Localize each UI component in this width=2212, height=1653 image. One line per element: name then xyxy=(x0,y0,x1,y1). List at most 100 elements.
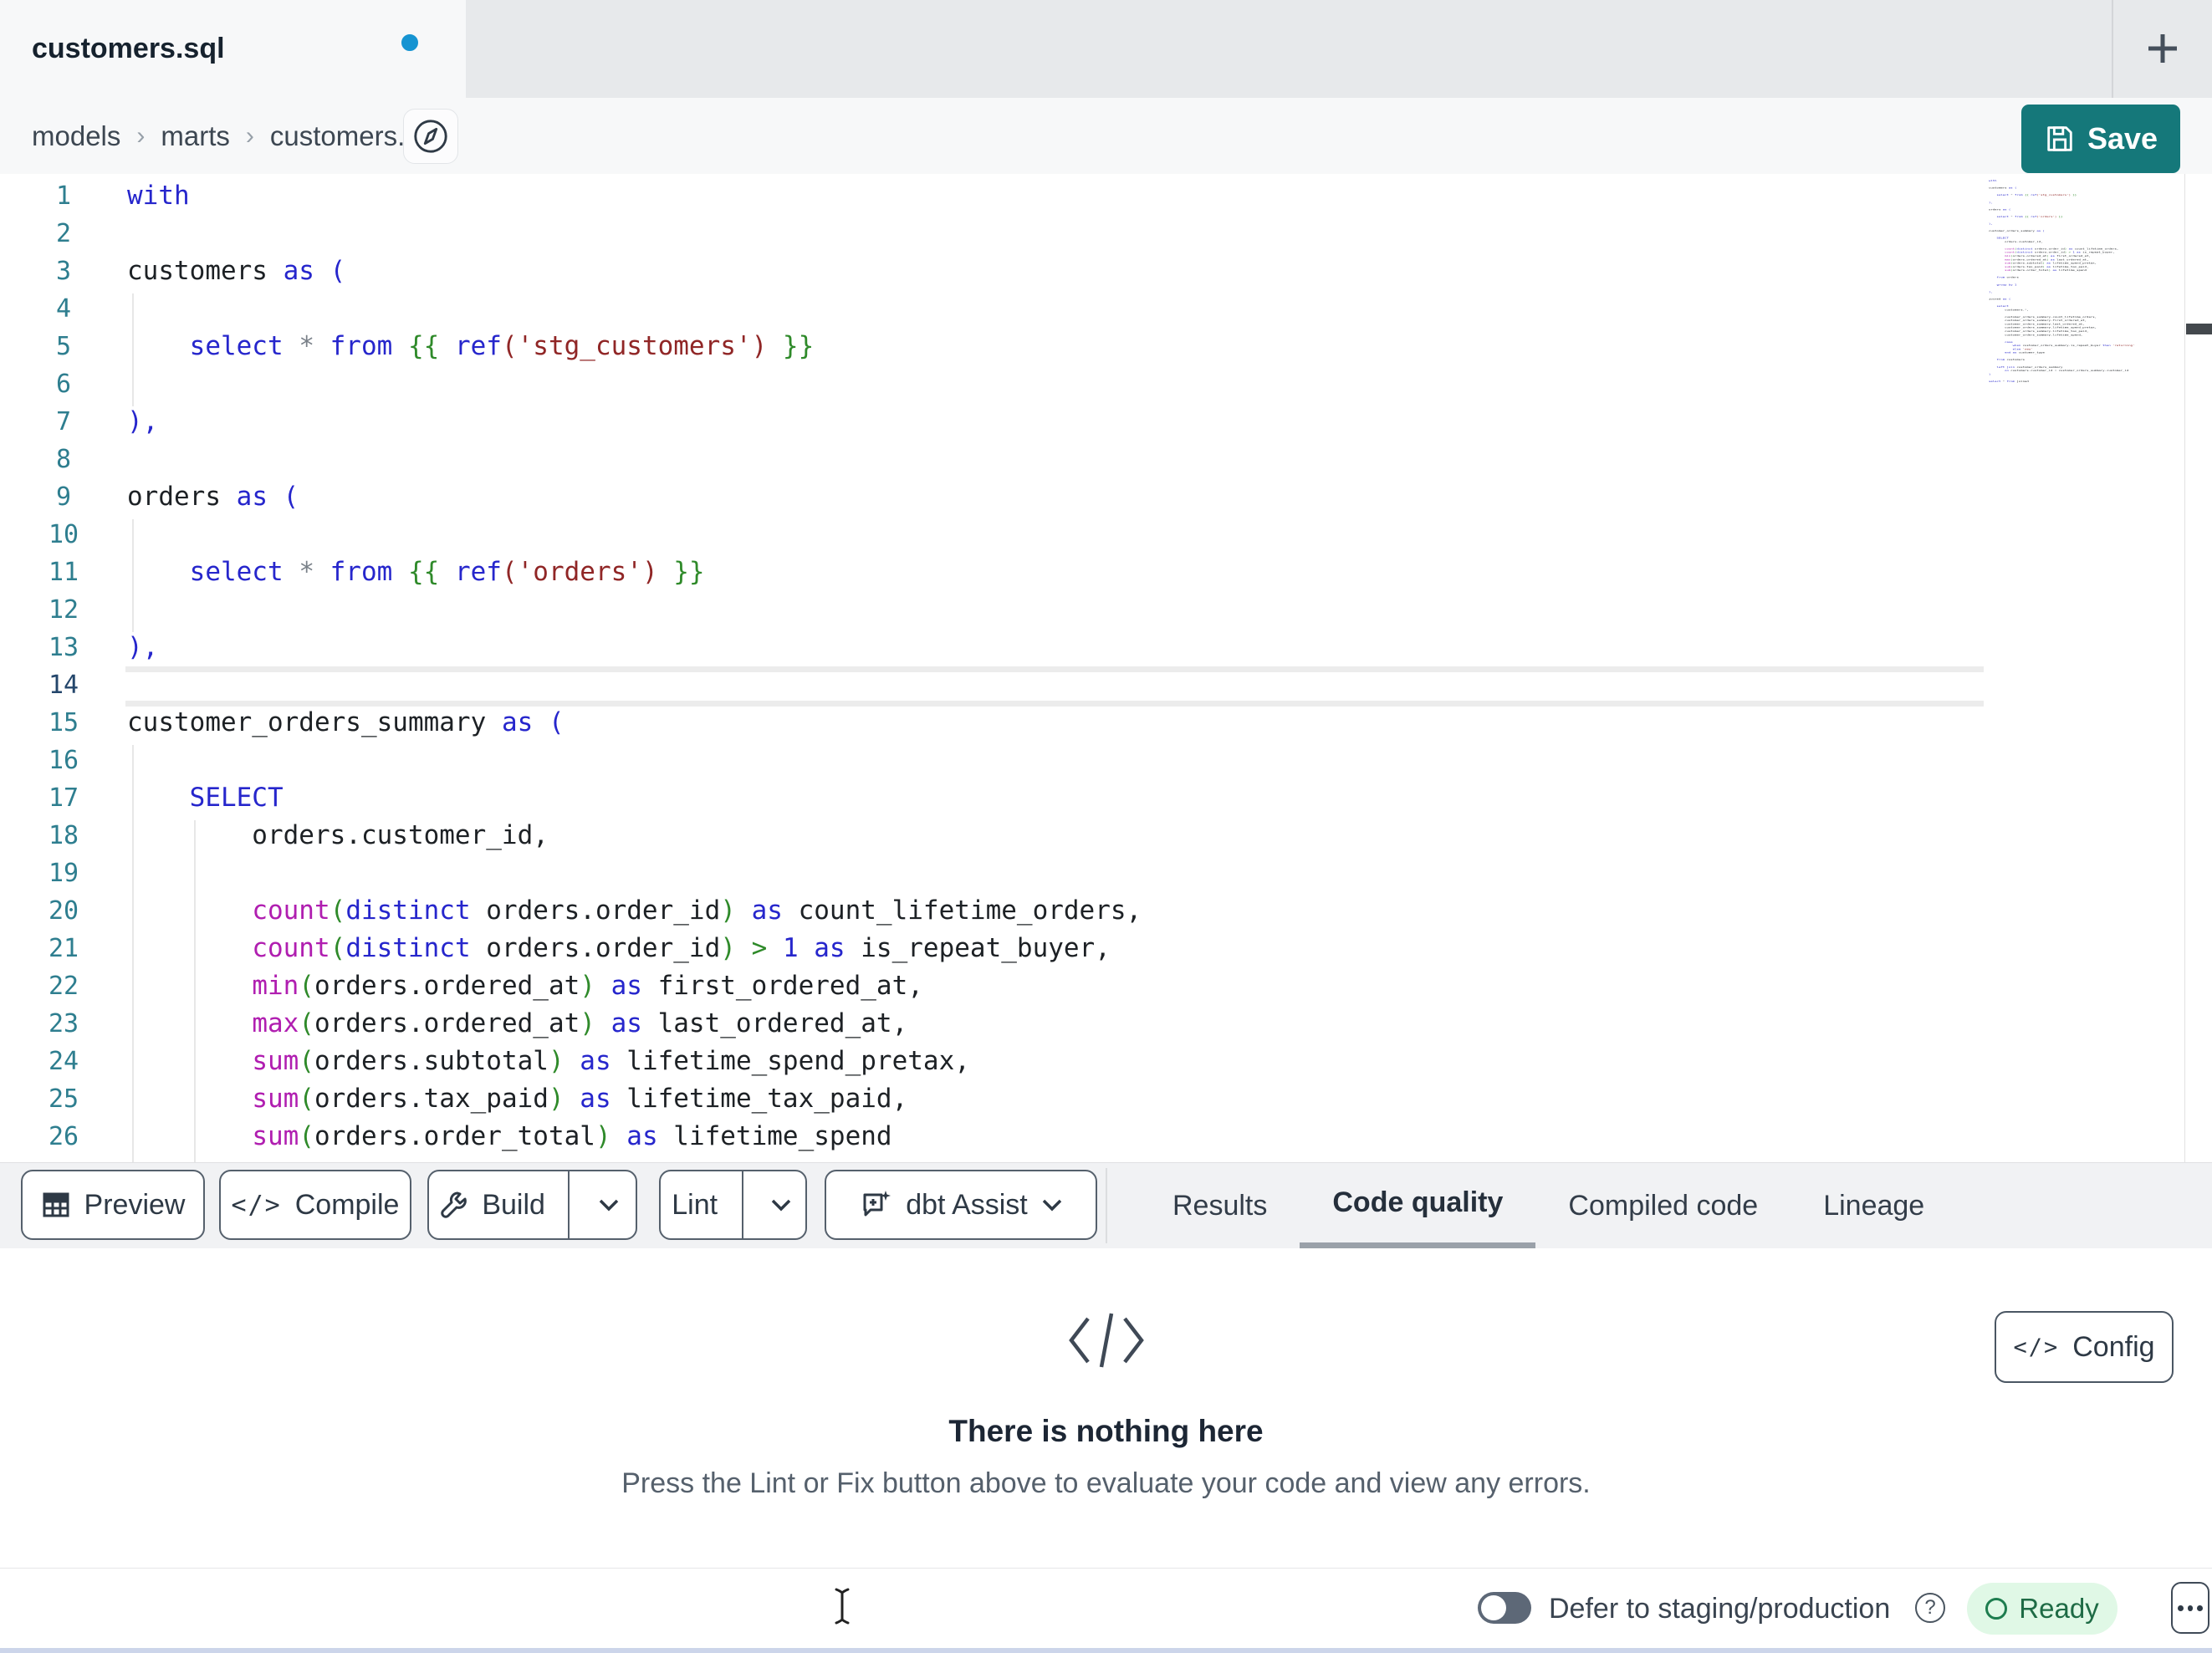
code-line[interactable]: 17 SELECT xyxy=(0,779,2212,817)
code-line[interactable]: 25 sum(orders.tax_paid) as lifetime_tax_… xyxy=(0,1080,2212,1118)
code-text: count(distinct orders.order_id) as count… xyxy=(252,895,1142,926)
code-line[interactable]: 18 orders.customer_id, xyxy=(0,817,2212,855)
preview-button[interactable]: Preview xyxy=(21,1170,205,1240)
line-number: 10 xyxy=(48,520,79,549)
save-button[interactable]: Save xyxy=(2021,105,2180,173)
save-floppy-icon xyxy=(2047,126,2072,151)
line-number: 13 xyxy=(48,633,79,662)
compile-button[interactable]: </> Compile xyxy=(219,1170,411,1240)
chevron-down-icon xyxy=(771,1199,791,1212)
dot xyxy=(2187,1605,2194,1611)
scrollbar-track[interactable] xyxy=(2184,174,2185,1162)
line-number: 11 xyxy=(48,558,79,587)
code-line[interactable]: 1 with xyxy=(0,177,2212,215)
wrench-icon xyxy=(441,1191,467,1218)
chevron-right-icon: › xyxy=(136,121,146,150)
line-number: 8 xyxy=(55,445,72,474)
tabbar-divider xyxy=(2112,0,2113,98)
line-number: 20 xyxy=(48,896,79,926)
build-dropdown-button[interactable] xyxy=(583,1171,636,1238)
panel-tabs: Results Code quality Compiled code Lineage xyxy=(1140,1163,1957,1248)
code-line[interactable]: 4 xyxy=(0,290,2212,328)
dot xyxy=(2178,1605,2184,1611)
code-line[interactable]: 8 xyxy=(0,441,2212,478)
tab-lineage[interactable]: Lineage xyxy=(1791,1163,1957,1248)
code-line[interactable]: 20 count(distinct orders.order_id) as co… xyxy=(0,892,2212,930)
lint-button[interactable]: Lint xyxy=(661,1171,728,1238)
code-line[interactable]: 23 max(orders.ordered_at) as last_ordere… xyxy=(0,1005,2212,1043)
dbt-assist-button[interactable]: dbt Assist xyxy=(825,1170,1097,1240)
code-line[interactable]: 13), xyxy=(0,629,2212,666)
window-bottom-edge xyxy=(0,1648,2212,1653)
code-line[interactable]: 6 xyxy=(0,365,2212,403)
code-text: orders.customer_id, xyxy=(127,820,549,850)
code-line[interactable]: 3 customers as ( xyxy=(0,253,2212,290)
lint-split-button: Lint xyxy=(659,1170,807,1240)
scrollbar-thumb[interactable] xyxy=(2186,324,2212,334)
code-editor[interactable]: 1 with 2 3 customers as ( 4 5 select * from {{… xyxy=(0,174,2212,1162)
line-number: 14 xyxy=(48,671,79,700)
code-line[interactable]: 2 xyxy=(0,215,2212,253)
line-number: 4 xyxy=(55,294,72,324)
line-number: 7 xyxy=(55,407,72,436)
tab-customers-sql[interactable]: customers.sql xyxy=(0,0,466,98)
line-number: 21 xyxy=(48,934,79,963)
code-line[interactable]: 10 xyxy=(0,516,2212,554)
code-line[interactable]: 7), xyxy=(0,403,2212,441)
code-line[interactable]: 21 count(distinct orders.order_id) > 1 a… xyxy=(0,930,2212,967)
line-number: 1 xyxy=(55,181,72,211)
more-options-button[interactable] xyxy=(2171,1582,2209,1634)
line-number: 24 xyxy=(48,1047,79,1076)
chevron-right-icon: › xyxy=(245,121,254,150)
code-text: max(orders.ordered_at) as last_ordered_a… xyxy=(252,1008,908,1038)
line-number: 25 xyxy=(48,1084,79,1114)
tab-code-quality[interactable]: Code quality xyxy=(1300,1163,1536,1248)
lint-dropdown-button[interactable] xyxy=(757,1171,805,1238)
code-line[interactable]: 24 sum(orders.subtotal) as lifetime_spen… xyxy=(0,1043,2212,1080)
segment-divider xyxy=(742,1171,743,1238)
code-line[interactable]: 16 xyxy=(0,742,2212,779)
ready-label: Ready xyxy=(2019,1593,2099,1624)
line-number: 19 xyxy=(48,859,79,888)
code-line[interactable]: 11 select * from {{ ref('orders') }} xyxy=(0,554,2212,591)
new-tab-button[interactable] xyxy=(2141,27,2184,70)
code-text: sum(orders.tax_paid) as lifetime_tax_pai… xyxy=(252,1084,908,1114)
table-icon xyxy=(43,1192,69,1217)
code-line[interactable]: select * from joined xyxy=(1989,380,2181,383)
minimap-content: with customers as ( select * from {{ ref(… xyxy=(1989,179,2181,383)
assist-chat-sparkle-icon xyxy=(863,1191,891,1217)
code-brackets-icon: </> xyxy=(2013,1334,2060,1360)
line-number: 15 xyxy=(48,708,79,737)
config-button[interactable]: </> Config xyxy=(1995,1311,2174,1383)
navigate-compass-button[interactable] xyxy=(403,109,458,164)
empty-state-subtitle: Press the Lint or Fix button above to ev… xyxy=(621,1467,1591,1499)
chevron-down-icon xyxy=(1042,1199,1061,1212)
breadcrumb-bar: models › marts › customers.sql Save xyxy=(0,98,2212,174)
build-button[interactable]: Build xyxy=(429,1171,554,1238)
breadcrumb-models[interactable]: models xyxy=(32,120,120,152)
breadcrumb-marts[interactable]: marts xyxy=(161,120,230,152)
build-label: Build xyxy=(482,1188,545,1221)
code-line[interactable]: 12 xyxy=(0,591,2212,629)
tab-compiled-code[interactable]: Compiled code xyxy=(1535,1163,1791,1248)
breadcrumb: models › marts › customers.sql xyxy=(32,98,440,174)
code-brackets-icon xyxy=(1068,1313,1144,1368)
line-number: 26 xyxy=(48,1122,79,1151)
code-line[interactable]: 14 xyxy=(0,666,2212,704)
code-line[interactable]: 26 sum(orders.order_total) as lifetime_s… xyxy=(0,1118,2212,1156)
code-line[interactable]: 9 orders as ( xyxy=(0,478,2212,516)
code-text: SELECT xyxy=(189,783,284,813)
tab-results[interactable]: Results xyxy=(1140,1163,1300,1248)
line-number: 5 xyxy=(55,332,72,361)
code-text: select * from {{ ref('stg_customers') }} xyxy=(189,331,815,361)
dot xyxy=(2197,1605,2204,1611)
help-icon[interactable]: ? xyxy=(1915,1593,1945,1623)
save-label: Save xyxy=(2087,121,2158,156)
defer-toggle[interactable] xyxy=(1478,1592,1531,1624)
action-toolbar: Preview </> Compile Build Lint dbt Assis… xyxy=(0,1163,2212,1248)
code-line[interactable]: 15 customer_orders_summary as ( xyxy=(0,704,2212,742)
minimap[interactable]: with customers as ( select * from {{ ref(… xyxy=(1989,179,2183,386)
code-line[interactable]: 5 select * from {{ ref('stg_customers') … xyxy=(0,328,2212,365)
code-line[interactable]: 19 xyxy=(0,855,2212,892)
code-line[interactable]: 22 min(orders.ordered_at) as first_order… xyxy=(0,967,2212,1005)
